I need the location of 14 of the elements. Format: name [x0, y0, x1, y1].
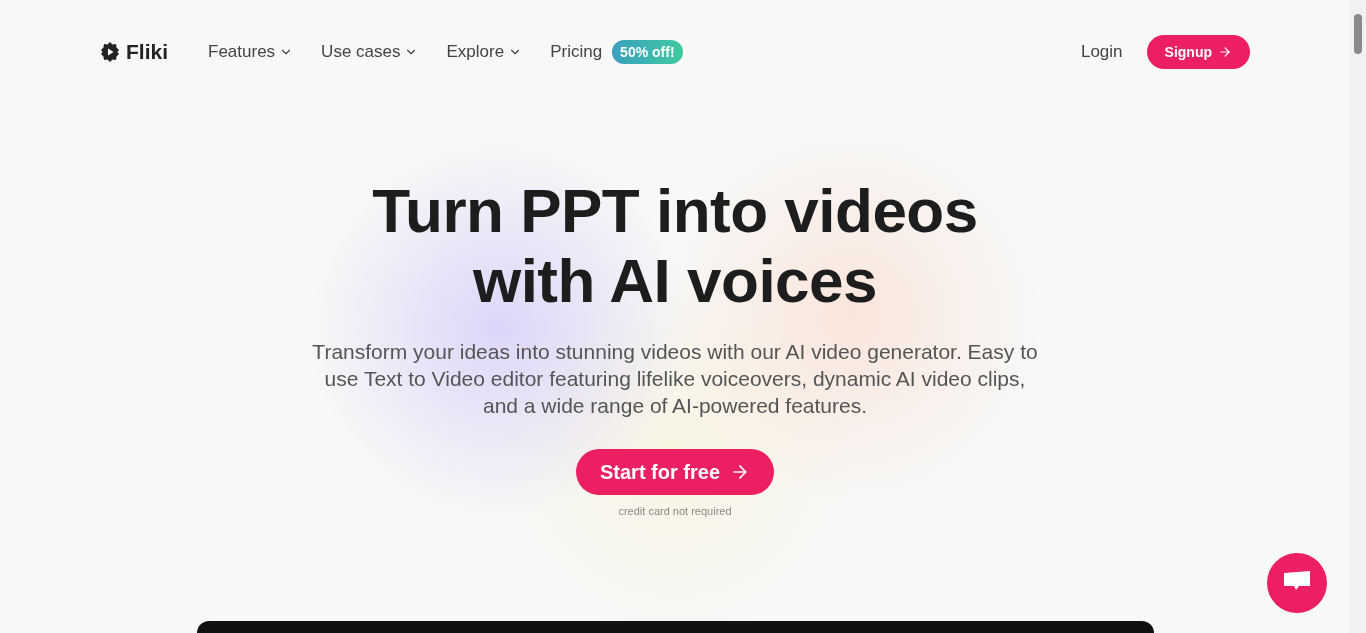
- login-link[interactable]: Login: [1080, 42, 1123, 62]
- hero-title: Turn PPT into videos with AI voices: [372, 176, 978, 316]
- scrollbar[interactable]: [1350, 0, 1366, 633]
- nav-link[interactable]: Use cases: [321, 42, 419, 62]
- nav-link[interactable]: Features: [208, 42, 294, 62]
- brand-name[interactable]: Fliki: [126, 40, 168, 64]
- nav-link[interactable]: Pricing 50% off!: [550, 40, 683, 64]
- nav-link[interactable]: Explore: [446, 42, 523, 62]
- start-button[interactable]: Start for free: [576, 449, 774, 495]
- logo-icon: [100, 42, 120, 62]
- credit-card-note: credit card not required: [618, 505, 732, 517]
- signup-button[interactable]: Signup: [1146, 35, 1250, 69]
- discount-badge: 50% off!: [612, 40, 683, 64]
- hero-subtitle: Transform your ideas into stunning videos with our AI video generator. Easy to use Text to Video editor featuring lifelike voiceovers, dynamic AI video clips, and a wide range of AI-powered features.: [311, 339, 1039, 419]
